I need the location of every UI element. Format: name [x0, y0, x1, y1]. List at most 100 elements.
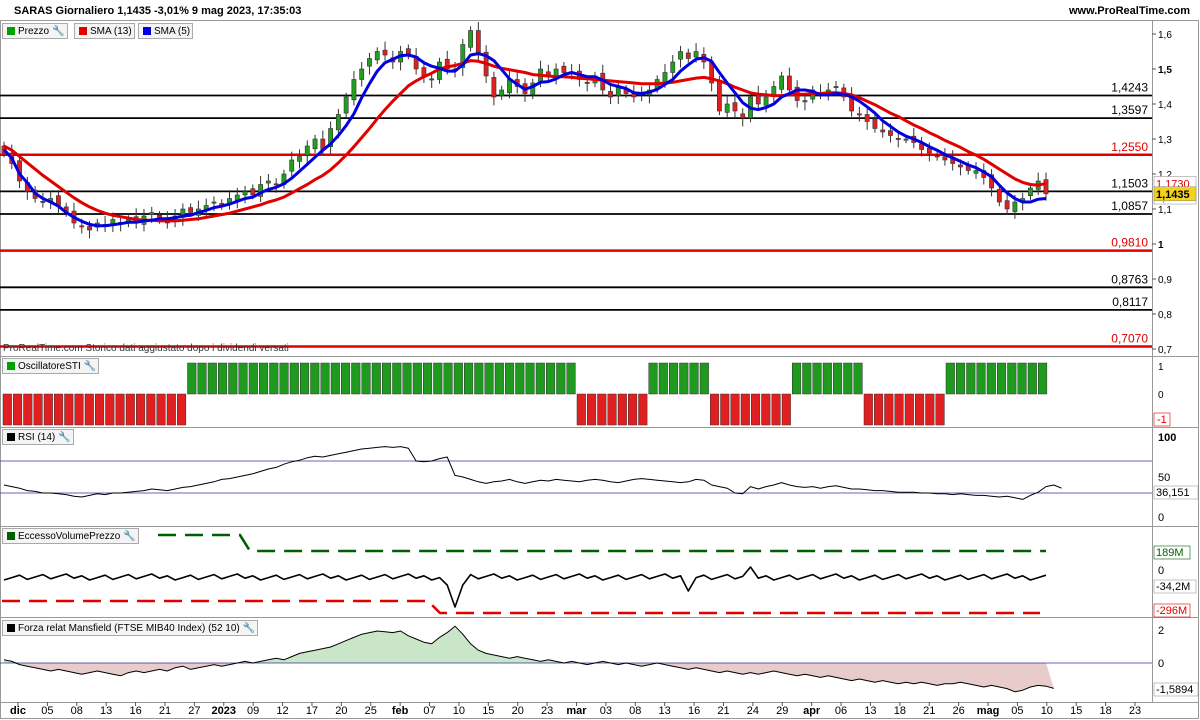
x-axis-label: 16	[129, 705, 141, 717]
sti-bar-negative	[730, 393, 740, 426]
sti-bar-positive	[546, 362, 556, 395]
sti-bar-negative	[710, 393, 720, 426]
mansfield-axis-label: 0	[1158, 658, 1164, 670]
chart-title: SARAS Giornaliero 1,1435 -3,01% 9 mag 20…	[14, 5, 302, 17]
candle-body	[872, 118, 878, 129]
sti-bar-negative	[576, 393, 586, 426]
x-axis-label: 13	[100, 705, 112, 717]
sti-bar-positive	[197, 362, 207, 395]
candle-body	[763, 96, 769, 106]
sti-bar-positive	[505, 362, 515, 395]
sti-bar-negative	[925, 393, 935, 426]
candle	[491, 71, 497, 106]
sma13-swatch-icon	[79, 27, 87, 35]
candle	[312, 134, 318, 153]
candle-body	[973, 170, 979, 174]
level-label: 1,0857	[1111, 199, 1148, 213]
sti-bar-negative	[894, 393, 904, 426]
candle-body	[335, 114, 341, 131]
x-axis-label: 15	[482, 705, 494, 717]
legend-rsi[interactable]: RSI (14) 🔧	[2, 429, 74, 445]
candle-body	[942, 156, 948, 161]
sti-bar-positive	[402, 362, 412, 395]
x-axis-label: 10	[1041, 705, 1053, 717]
candle	[755, 85, 761, 110]
sti-bar-negative	[935, 393, 945, 426]
level-label: 0,9810	[1111, 236, 1148, 250]
candle-body	[87, 226, 92, 231]
wrench-icon[interactable]: 🔧	[84, 361, 96, 372]
wrench-icon[interactable]: 🔧	[58, 432, 70, 443]
legend-rsi-label: RSI (14)	[18, 431, 56, 443]
sti-bar-positive	[853, 362, 863, 395]
sti-bar-positive	[1017, 362, 1027, 395]
sti-bar-negative	[115, 393, 125, 426]
sti-bar-positive	[525, 362, 535, 395]
candle-body	[732, 102, 738, 112]
candle-body	[685, 52, 691, 59]
sti-bar-positive	[300, 362, 310, 395]
legend-price[interactable]: Prezzo 🔧	[2, 23, 68, 39]
price-axis-label: 1,1	[1158, 205, 1172, 216]
sti-bar-positive	[279, 362, 289, 395]
sti-swatch-icon	[7, 362, 15, 370]
sti-bar-positive	[248, 362, 258, 395]
sti-bar-negative	[761, 393, 771, 426]
candle-body	[856, 113, 862, 116]
candle-body	[382, 49, 388, 56]
sti-bar-negative	[628, 393, 638, 426]
candle-body	[1004, 200, 1010, 210]
price-axis-label: 0,9	[1158, 275, 1172, 286]
candle	[382, 41, 388, 61]
candle-body	[250, 188, 256, 196]
brand-link[interactable]: www.ProRealTime.com	[1069, 5, 1190, 17]
candle-body	[149, 212, 155, 215]
candle	[258, 176, 264, 202]
legend-mansfield[interactable]: Forza relat Mansfield (FTSE MIB40 Index)…	[2, 620, 259, 636]
legend-evp[interactable]: EccessoVolumePrezzo 🔧	[2, 528, 139, 544]
sti-bar-positive	[689, 362, 699, 395]
sti-bar-negative	[177, 393, 187, 426]
sti-bar-positive	[843, 362, 853, 395]
x-axis-label: 21	[717, 705, 729, 717]
sti-bar-positive	[423, 362, 433, 395]
wrench-icon[interactable]: 🔧	[123, 531, 135, 542]
wrench-icon[interactable]: 🔧	[52, 26, 64, 37]
candle-body	[693, 51, 699, 58]
rsi-line	[3, 446, 1062, 500]
x-axis-label: 2023	[212, 705, 236, 717]
legend-sti[interactable]: OscillatoreSTI 🔧	[2, 358, 100, 374]
wrench-icon[interactable]: 🔧	[243, 623, 255, 634]
candle	[499, 85, 505, 100]
x-axis-label: 17	[306, 705, 318, 717]
sti-bar-positive	[320, 362, 330, 395]
sti-bar-positive	[228, 362, 238, 395]
candle-body	[802, 100, 808, 103]
sti-bar-positive	[269, 362, 279, 395]
sti-bar-positive	[997, 362, 1007, 395]
legend-price-label: Prezzo	[18, 25, 50, 37]
candle	[413, 48, 419, 75]
candle	[732, 95, 738, 118]
candle	[227, 190, 232, 210]
sti-bar-positive	[1027, 362, 1037, 395]
price-axis-label: 1,3	[1158, 135, 1172, 146]
candle-body	[242, 191, 248, 196]
candle	[740, 108, 746, 127]
candle	[367, 52, 372, 75]
evp-volume-line	[3, 566, 1047, 608]
sti-bar-negative	[740, 393, 750, 426]
sti-bar-negative	[105, 393, 115, 426]
level-label: 1,2550	[1111, 140, 1148, 154]
x-axis-label: 08	[629, 705, 641, 717]
rsi-axis-label: 50	[1158, 472, 1170, 484]
sti-bar-positive	[956, 362, 966, 395]
candle	[864, 108, 870, 130]
candle	[351, 71, 357, 106]
candle	[374, 47, 380, 65]
legend-sma5[interactable]: SMA (5)	[138, 23, 194, 39]
level-label: 1,1503	[1111, 176, 1148, 190]
sti-bar-positive	[484, 362, 494, 395]
sti-bar-negative	[33, 393, 43, 426]
legend-sma13[interactable]: SMA (13)	[74, 23, 135, 39]
